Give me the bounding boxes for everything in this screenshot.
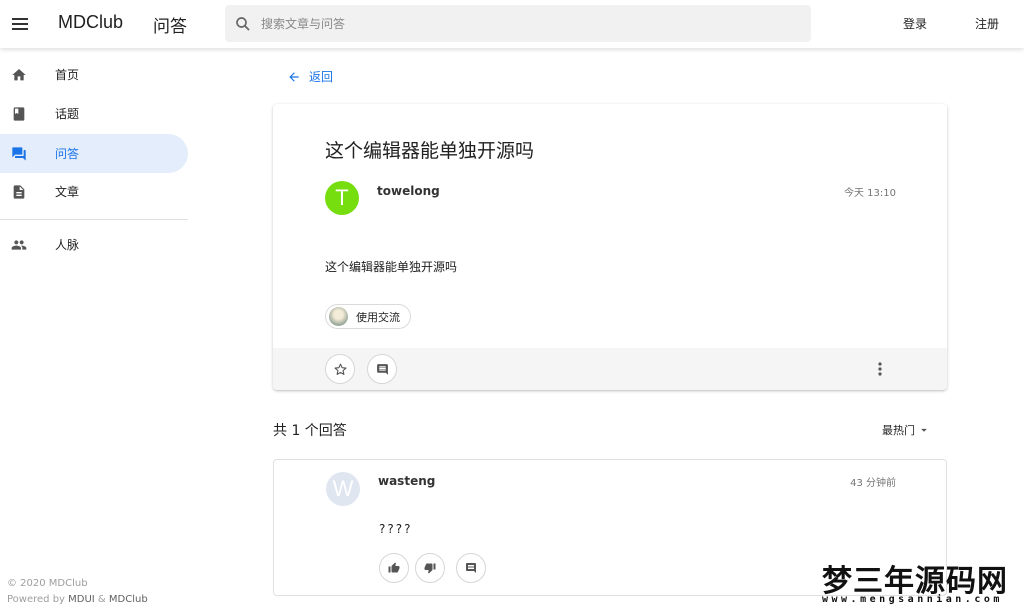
login-link[interactable]: 登录 xyxy=(903,15,927,32)
sidebar-item-label: 问答 xyxy=(55,147,80,161)
mdui-link[interactable]: MDUI xyxy=(68,594,95,605)
nav-drawer: 首页 话题 问答 文章 人脉 © 2020 MDClub Powered by … xyxy=(0,48,196,613)
search-input[interactable] xyxy=(261,5,801,42)
follow-button[interactable] xyxy=(325,354,355,384)
register-link[interactable]: 注册 xyxy=(975,15,999,32)
upvote-button[interactable] xyxy=(379,553,409,583)
avatar[interactable]: W xyxy=(326,472,360,506)
comment-button[interactable] xyxy=(456,553,486,583)
question-actions-bar xyxy=(273,348,947,390)
copyright-text: © 2020 MDClub xyxy=(7,578,88,589)
powered-by-text: Powered by MDUI & MDClub xyxy=(7,594,148,605)
sidebar-item-label: 首页 xyxy=(55,68,80,82)
answer-body: ???? xyxy=(379,522,413,536)
sidebar-item-people[interactable]: 人脉 xyxy=(0,225,188,264)
comment-icon xyxy=(376,363,388,375)
article-icon xyxy=(13,185,25,199)
forum-icon xyxy=(12,147,26,161)
section-title: 问答 xyxy=(153,17,187,37)
sidebar-item-questions[interactable]: 问答 xyxy=(0,134,188,173)
avatar-letter: T xyxy=(335,185,349,210)
avatar[interactable]: T xyxy=(325,181,359,215)
comment-button[interactable] xyxy=(367,354,397,384)
post-time: 今天 13:10 xyxy=(844,188,896,199)
question-body: 这个编辑器能单独开源吗 xyxy=(325,260,458,274)
answers-count: 共 1 个回答 xyxy=(273,423,347,439)
post-time: 43 分钟前 xyxy=(850,478,896,489)
people-icon xyxy=(11,240,27,250)
sidebar-item-topics[interactable]: 话题 xyxy=(0,94,188,133)
sort-label: 最热门 xyxy=(882,424,915,437)
menu-icon[interactable] xyxy=(8,8,32,40)
topic-chip[interactable]: 使用交流 xyxy=(325,304,411,329)
comment-icon xyxy=(466,563,476,573)
mdclub-link[interactable]: MDClub xyxy=(109,594,148,605)
thumb-down-icon xyxy=(424,563,436,574)
sidebar-item-home[interactable]: 首页 xyxy=(0,55,188,94)
topic-avatar xyxy=(329,307,348,326)
topic-label: 使用交流 xyxy=(356,310,400,324)
avatar-letter: W xyxy=(332,476,354,501)
book-icon xyxy=(13,107,25,121)
author-name[interactable]: wasteng xyxy=(378,474,435,488)
home-icon xyxy=(12,69,26,81)
author-name[interactable]: towelong xyxy=(377,184,440,198)
powered-amp: & xyxy=(94,594,109,605)
sort-dropdown[interactable]: 最热门 xyxy=(882,422,931,438)
sidebar-item-label: 人脉 xyxy=(55,238,80,252)
sidebar-item-label: 文章 xyxy=(55,185,80,199)
powered-prefix: Powered by xyxy=(7,594,69,605)
thumb-up-icon xyxy=(388,562,400,573)
arrow-drop-down-icon xyxy=(921,428,927,432)
search-icon xyxy=(236,17,250,31)
sidebar-item-label: 话题 xyxy=(55,107,80,121)
brand-logo[interactable]: MDClub xyxy=(58,12,123,33)
question-title: 这个编辑器能单独开源吗 xyxy=(325,140,535,162)
star-outline-icon xyxy=(334,363,346,375)
sidebar-item-articles[interactable]: 文章 xyxy=(0,172,188,211)
back-button[interactable]: 返回 xyxy=(287,68,333,85)
arrow-back-icon xyxy=(289,71,299,82)
watermark-url: www.mengsannian.com xyxy=(822,594,1003,605)
more-vert-icon[interactable] xyxy=(869,358,891,380)
watermark: 梦三年源码网 www.mengsannian.com xyxy=(816,556,1024,613)
drawer-divider xyxy=(0,219,188,220)
search-box[interactable] xyxy=(225,5,811,42)
question-card: 这个编辑器能单独开源吗 T towelong 今天 13:10 这个编辑器能单独… xyxy=(273,104,947,390)
top-app-bar: MDClub 问答 登录 注册 xyxy=(0,0,1024,48)
downvote-button[interactable] xyxy=(415,553,445,583)
back-label: 返回 xyxy=(309,70,334,84)
